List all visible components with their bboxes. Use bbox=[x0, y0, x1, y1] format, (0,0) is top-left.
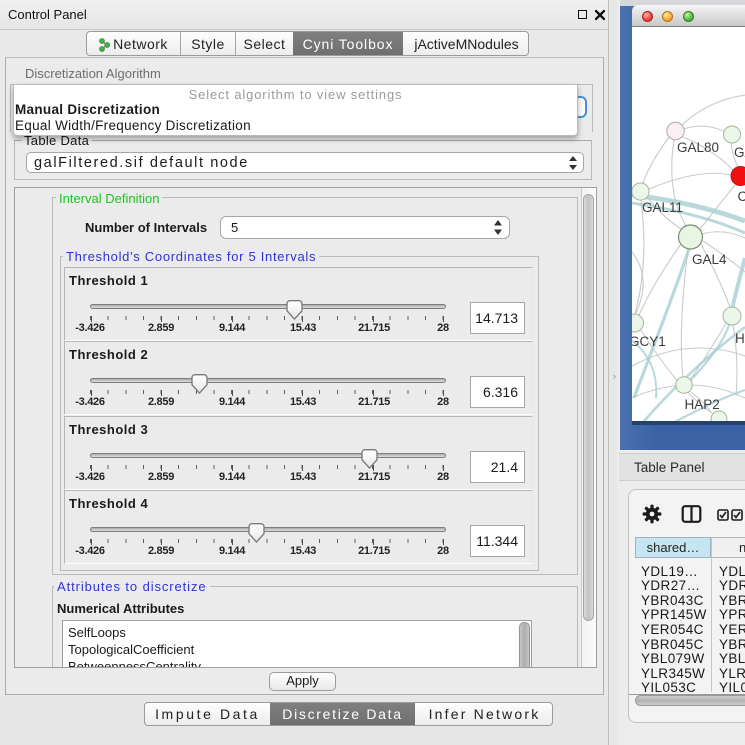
svg-text:GAL80: GAL80 bbox=[677, 140, 719, 155]
svg-text:GAL11: GAL11 bbox=[642, 200, 683, 215]
svg-text:GAL4: GAL4 bbox=[692, 252, 727, 267]
svg-text:GA: GA bbox=[734, 145, 745, 160]
svg-text:C: C bbox=[738, 189, 745, 204]
svg-text:H: H bbox=[735, 331, 745, 346]
svg-text:HAP2: HAP2 bbox=[685, 397, 720, 412]
svg-text:GCY1: GCY1 bbox=[632, 334, 666, 349]
